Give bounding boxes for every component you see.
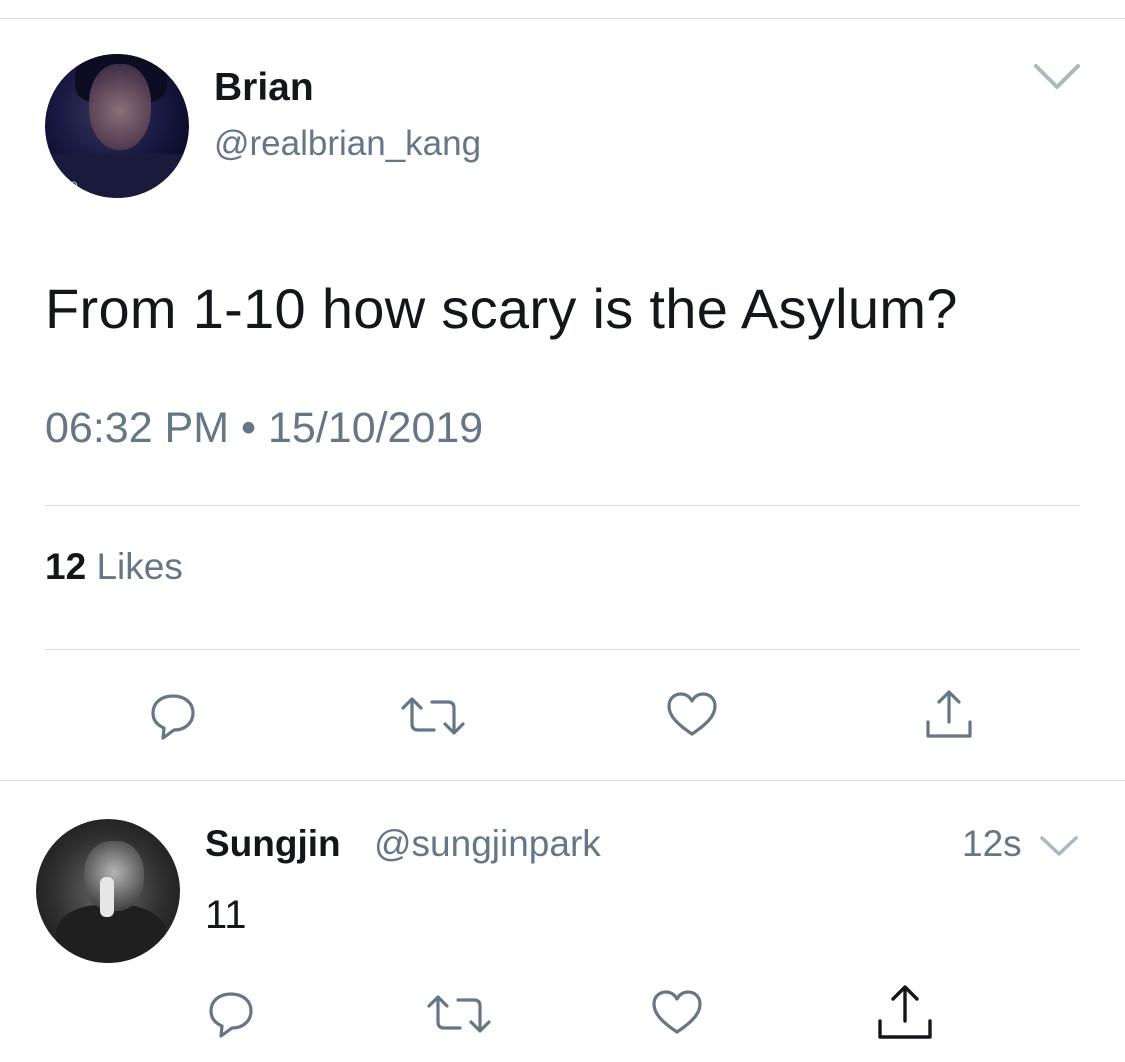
share-icon[interactable] <box>874 984 936 1042</box>
reply-avatar[interactable] <box>36 819 180 963</box>
like-icon[interactable] <box>650 988 704 1038</box>
avatar-mic <box>100 877 114 917</box>
reply-text: 11 <box>205 893 247 937</box>
reply-author-handle[interactable]: @sungjinpark <box>374 823 601 865</box>
likes-stat[interactable]: 12 Likes <box>45 546 183 588</box>
divider <box>45 505 1080 506</box>
reply-icon[interactable] <box>204 986 258 1040</box>
like-icon[interactable] <box>665 690 719 740</box>
chevron-down-icon[interactable] <box>1038 832 1080 862</box>
avatar[interactable]: TMO <box>45 54 189 198</box>
tweet-timestamp: 06:32 PM • 15/10/2019 <box>45 404 484 452</box>
author-handle[interactable]: @realbrian_kang <box>214 124 481 164</box>
chevron-down-icon[interactable] <box>1032 60 1082 96</box>
share-icon[interactable] <box>922 688 976 742</box>
reply-icon[interactable] <box>146 688 200 742</box>
tweet-text: From 1-10 how scary is the Asylum? <box>45 277 958 340</box>
reply-author-name[interactable]: Sungjin <box>205 823 341 865</box>
avatar-face <box>89 64 151 150</box>
likes-count: 12 <box>45 546 87 587</box>
likes-label: Likes <box>96 546 183 587</box>
retweet-icon[interactable] <box>426 990 492 1038</box>
top-divider <box>0 18 1125 19</box>
avatar-figure <box>84 841 144 911</box>
reply-time: 12s <box>962 823 1022 864</box>
divider <box>0 780 1125 781</box>
divider <box>45 649 1080 650</box>
author-name[interactable]: Brian <box>214 66 314 110</box>
retweet-icon[interactable] <box>400 692 466 740</box>
